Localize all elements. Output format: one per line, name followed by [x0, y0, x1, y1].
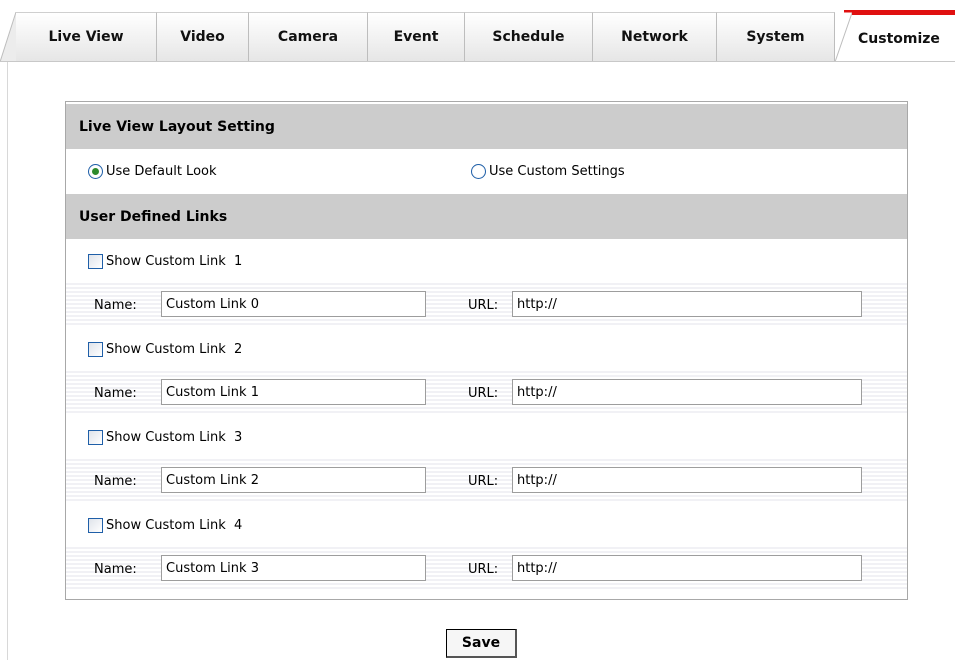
show-custom-link-1[interactable]: Show Custom Link 1 [88, 239, 242, 283]
url-label: URL: [468, 473, 499, 489]
name-label: Name: [94, 473, 137, 489]
name-label: Name: [94, 297, 137, 313]
tab-bar-baseline [0, 61, 955, 62]
custom-link-4-name-input[interactable] [161, 555, 426, 581]
show-custom-link-3-checkbox[interactable] [88, 429, 103, 445]
show-custom-link-3-label: Show Custom Link 3 [106, 429, 243, 445]
custom-link-2-toggle-row: Show Custom Link 2 [66, 327, 907, 371]
url-label: URL: [468, 561, 499, 577]
name-label: Name: [94, 561, 137, 577]
use-custom-settings-label: Use Custom Settings [489, 164, 625, 179]
custom-link-1-fields-row: Name: URL: [66, 283, 907, 327]
custom-link-4-url-input[interactable] [512, 555, 862, 581]
custom-link-4-fields-row: Name: URL: [66, 547, 907, 591]
active-tab-left-edge [835, 10, 853, 62]
custom-link-3-toggle-row: Show Custom Link 3 [66, 415, 907, 459]
use-default-look-label: Use Default Look [106, 164, 217, 179]
tab-camera[interactable]: Camera [249, 12, 368, 61]
main-tab-bar: Live View Video Camera Event Schedule Ne… [0, 0, 955, 62]
custom-link-1-toggle-row: Show Custom Link 1 [66, 239, 907, 283]
use-default-look-radio[interactable] [88, 164, 103, 179]
tab-network[interactable]: Network [593, 12, 717, 61]
tab-video[interactable]: Video [157, 12, 249, 61]
tab-system[interactable]: System [717, 12, 835, 61]
show-custom-link-2-checkbox[interactable] [88, 341, 103, 357]
show-custom-link-2[interactable]: Show Custom Link 2 [88, 327, 242, 371]
custom-link-3-name-input[interactable] [161, 467, 426, 493]
show-custom-link-3[interactable]: Show Custom Link 3 [88, 415, 242, 459]
show-custom-link-1-label: Show Custom Link 1 [106, 253, 243, 269]
show-custom-link-4-checkbox[interactable] [88, 517, 103, 533]
layout-section-header: Live View Layout Setting [66, 104, 907, 149]
url-label: URL: [468, 297, 499, 313]
tab-schedule[interactable]: Schedule [465, 12, 593, 61]
use-custom-settings-option[interactable]: Use Custom Settings [471, 149, 625, 194]
tab-bar-left-edge [0, 12, 16, 62]
customize-panel: Live View Layout Setting Use Default Loo… [65, 101, 908, 600]
custom-link-2-fields-row: Name: URL: [66, 371, 907, 415]
custom-link-2-name-input[interactable] [161, 379, 426, 405]
custom-link-1-url-input[interactable] [512, 291, 862, 317]
url-label: URL: [468, 385, 499, 401]
name-label: Name: [94, 385, 137, 401]
links-section-header: User Defined Links [66, 194, 907, 239]
custom-link-3-fields-row: Name: URL: [66, 459, 907, 503]
show-custom-link-4-label: Show Custom Link 4 [106, 517, 243, 533]
save-button[interactable]: Save [446, 629, 517, 658]
show-custom-link-4[interactable]: Show Custom Link 4 [88, 503, 242, 547]
radio-selected-dot [92, 168, 99, 175]
custom-link-4-toggle-row: Show Custom Link 4 [66, 503, 907, 547]
layout-options-row: Use Default Look Use Custom Settings [66, 149, 907, 194]
use-custom-settings-radio[interactable] [471, 164, 486, 179]
tab-live-view[interactable]: Live View [16, 12, 157, 61]
use-default-look-option[interactable]: Use Default Look [88, 149, 217, 194]
custom-link-2-url-input[interactable] [512, 379, 862, 405]
content-left-border [7, 62, 8, 660]
show-custom-link-2-label: Show Custom Link 2 [106, 341, 243, 357]
show-custom-link-1-checkbox[interactable] [88, 253, 103, 269]
custom-link-3-url-input[interactable] [512, 467, 862, 493]
tab-event[interactable]: Event [368, 12, 465, 61]
tab-customize[interactable]: Customize [852, 10, 955, 62]
custom-link-1-name-input[interactable] [161, 291, 426, 317]
